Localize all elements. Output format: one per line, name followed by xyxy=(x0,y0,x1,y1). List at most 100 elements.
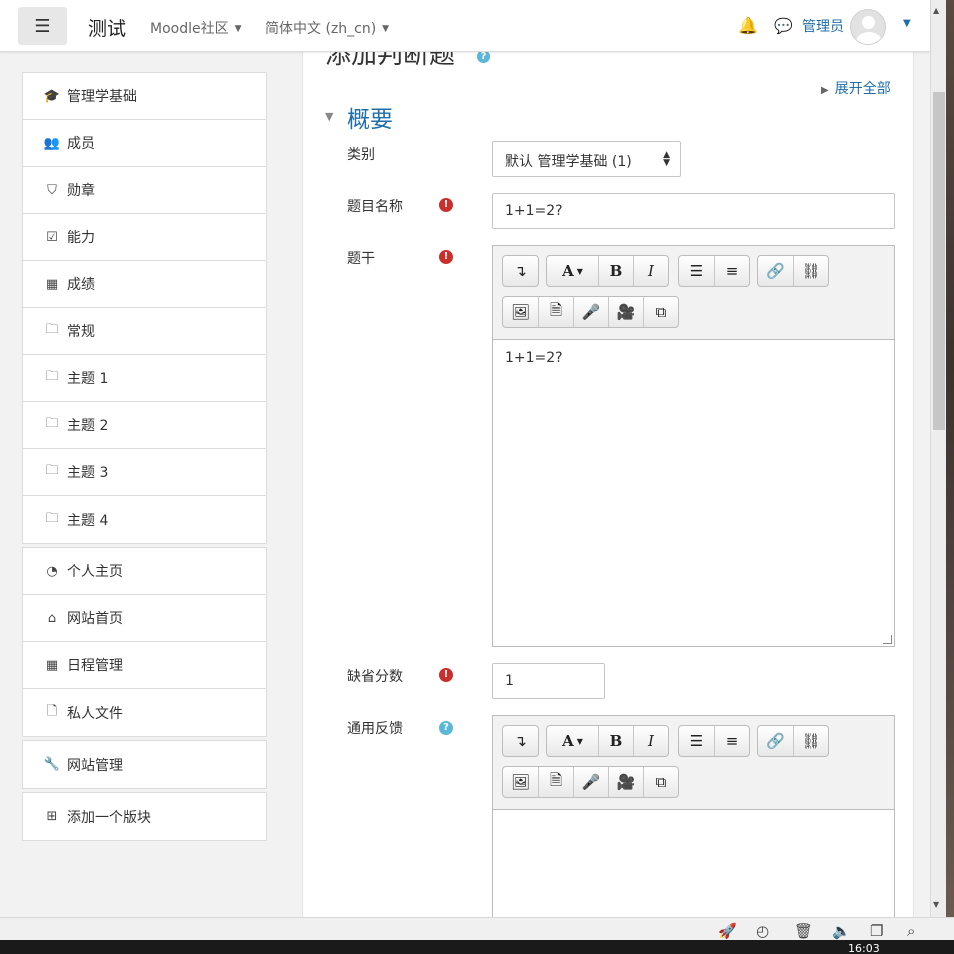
sidebar-item-site-admin[interactable]: 🔧 网站管理 xyxy=(23,741,266,788)
bell-icon[interactable]: 🔔 xyxy=(738,16,758,35)
default-mark-label: 缺省分数 xyxy=(347,669,403,685)
table-icon: ▦ xyxy=(45,276,59,292)
language-menu[interactable]: 简体中文 (zh_cn) ▼ xyxy=(265,18,389,38)
avatar[interactable] xyxy=(850,9,886,45)
question-text-editor: ↴ A ▼ B I ☰ ≡ 🔗 ⛓ 🖼 🗎 🎤 🎥 ⧉ 1+1=2? xyxy=(492,245,895,647)
general-feedback-area[interactable] xyxy=(493,809,894,917)
collapse-toolbar-icon[interactable]: ↴ xyxy=(503,726,538,756)
triangle-right-icon: ▶ xyxy=(821,85,829,96)
bold-icon[interactable]: B xyxy=(598,726,633,756)
general-feedback-editor: ↴ A ▼ B I ☰ ≡ 🔗 ⛓ 🖼 🗎 🎤 🎥 ⧉ xyxy=(492,715,895,917)
rocket-icon[interactable]: 🚀 xyxy=(718,922,737,940)
chat-icon[interactable]: 💬 xyxy=(774,17,793,35)
sidebar-item-topic-3[interactable]: 🗀 主题 3 xyxy=(23,449,266,496)
sidebar-item-topic-2[interactable]: 🗀 主题 2 xyxy=(23,402,266,449)
sidebar-item-private-files[interactable]: 🗋 私人文件 xyxy=(23,689,266,736)
home-icon: ⌂ xyxy=(47,610,57,626)
chevron-down-icon[interactable]: ▼ xyxy=(903,18,911,29)
collapse-triangle-icon[interactable]: ▼ xyxy=(325,110,333,123)
search-icon[interactable]: ⌕ xyxy=(907,922,915,940)
collapse-toolbar-icon[interactable]: ↴ xyxy=(503,256,538,286)
scroll-down-icon[interactable]: ▼ xyxy=(933,900,939,909)
expand-all-link[interactable]: ▶ 展开全部 xyxy=(821,78,891,98)
sidebar-item-topic-1[interactable]: 🗀 主题 1 xyxy=(23,355,266,402)
folder-icon: 🗀 xyxy=(45,416,59,431)
unordered-list-icon[interactable]: ☰ xyxy=(679,256,714,286)
font-style-icon[interactable]: A ▼ xyxy=(547,256,598,286)
editor-toolbar: ↴ A ▼ B I ☰ ≡ 🔗 ⛓ 🖼 🗎 🎤 🎥 ⧉ xyxy=(493,716,894,809)
required-icon: ! xyxy=(439,198,453,212)
manage-files-icon[interactable]: ⧉ xyxy=(643,767,678,797)
sidebar-item-badges[interactable]: ⛉ 勋章 xyxy=(23,167,266,214)
link-icon[interactable]: 🔗 xyxy=(758,256,793,286)
admin-nav-block: 🔧 网站管理 xyxy=(22,740,267,789)
resize-grip-icon[interactable] xyxy=(883,635,892,644)
top-navbar: ☰ 测试 Moodle社区 ▼ 简体中文 (zh_cn) ▼ 🔔 💬 管理员 ▼ xyxy=(0,0,930,52)
category-select[interactable]: 默认 管理学基础 (1) ▲ ▼ xyxy=(492,141,681,177)
trash-icon[interactable]: 🗑 xyxy=(794,922,813,940)
site-nav-block: ◔ 个人主页 ⌂ 网站首页 ▦ 日程管理 🗋 私人文件 xyxy=(22,547,267,737)
sidebar-item-competencies[interactable]: ☑ 能力 xyxy=(23,214,266,261)
gauge-icon[interactable]: ◴ xyxy=(756,922,769,940)
add-block-button[interactable]: ⊞ 添加一个版块 xyxy=(23,793,266,840)
font-style-icon[interactable]: A ▼ xyxy=(547,726,598,756)
main-content: 添加判断题 ? ▶ 展开全部 ▼ 概要 类别 默认 管理学基础 (1) ▲ ▼ 题目… xyxy=(302,52,914,917)
site-name[interactable]: 测试 xyxy=(88,14,126,41)
question-text-area[interactable]: 1+1=2? xyxy=(493,339,894,646)
help-icon[interactable]: ? xyxy=(477,52,490,63)
general-feedback-label: 通用反馈 xyxy=(347,721,403,737)
section-title[interactable]: 概要 xyxy=(347,100,393,134)
microphone-icon[interactable]: 🎤 xyxy=(573,767,608,797)
media-icon[interactable]: 🗎 xyxy=(538,767,573,797)
users-icon: 👥 xyxy=(43,135,61,151)
folder-icon: 🗀 xyxy=(45,322,59,337)
file-icon: 🗋 xyxy=(46,703,58,719)
graduation-cap-icon: 🎓 xyxy=(43,88,61,104)
video-icon[interactable]: 🎥 xyxy=(608,297,643,327)
ordered-list-icon[interactable]: ≡ xyxy=(714,256,749,286)
question-name-input[interactable]: 1+1=2? xyxy=(492,193,895,229)
hamburger-icon[interactable]: ☰ xyxy=(18,7,67,45)
window-icon[interactable]: ❐ xyxy=(870,922,883,940)
user-name[interactable]: 管理员 xyxy=(802,16,844,36)
sidebar-item-participants[interactable]: 👥 成员 xyxy=(23,120,266,167)
sidebar-item-general[interactable]: 🗀 常规 xyxy=(23,308,266,355)
image-icon[interactable]: 🖼 xyxy=(503,767,538,797)
sidebar-item-dashboard[interactable]: ◔ 个人主页 xyxy=(23,548,266,595)
unlink-icon[interactable]: ⛓ xyxy=(793,256,828,286)
unlink-icon[interactable]: ⛓ xyxy=(793,726,828,756)
media-icon[interactable]: 🗎 xyxy=(538,297,573,327)
checkbox-icon: ☑ xyxy=(46,229,58,245)
default-mark-input[interactable]: 1 xyxy=(492,663,605,699)
ordered-list-icon[interactable]: ≡ xyxy=(714,726,749,756)
course-nav-block: 🎓 管理学基础 👥 成员 ⛉ 勋章 ☑ 能力 ▦ 成绩 🗀 常规 🗀 主题 1 🗀 主题 2 🗀… xyxy=(22,72,267,544)
vertical-scrollbar[interactable]: ▲ ▼ xyxy=(930,0,946,917)
help-icon[interactable]: ? xyxy=(439,721,453,735)
sidebar-item-grades[interactable]: ▦ 成绩 xyxy=(23,261,266,308)
add-block-block: ⊞ 添加一个版块 xyxy=(22,792,267,841)
scroll-thumb[interactable] xyxy=(933,92,945,430)
category-label: 类别 xyxy=(347,147,375,163)
volume-icon[interactable]: 🔈 xyxy=(832,922,851,940)
microphone-icon[interactable]: 🎤 xyxy=(573,297,608,327)
sidebar-item-site-home[interactable]: ⌂ 网站首页 xyxy=(23,595,266,642)
editor-toolbar: ↴ A ▼ B I ☰ ≡ 🔗 ⛓ 🖼 🗎 🎤 🎥 ⧉ xyxy=(493,246,894,339)
scroll-up-icon[interactable]: ▲ xyxy=(933,6,939,15)
video-icon[interactable]: 🎥 xyxy=(608,767,643,797)
plus-square-icon: ⊞ xyxy=(46,809,58,824)
taskbar-strip xyxy=(0,940,954,954)
italic-icon[interactable]: I xyxy=(633,256,668,286)
shield-icon: ⛉ xyxy=(47,182,57,198)
image-icon[interactable]: 🖼 xyxy=(503,297,538,327)
manage-files-icon[interactable]: ⧉ xyxy=(643,297,678,327)
bold-icon[interactable]: B xyxy=(598,256,633,286)
calendar-icon: ▦ xyxy=(45,657,59,673)
sidebar-item-topic-4[interactable]: 🗀 主题 4 xyxy=(23,496,266,543)
sidebar-item-calendar[interactable]: ▦ 日程管理 xyxy=(23,642,266,689)
link-icon[interactable]: 🔗 xyxy=(758,726,793,756)
sidebar-item-course-home[interactable]: 🎓 管理学基础 xyxy=(23,73,266,120)
moodle-community-menu[interactable]: Moodle社区 ▼ xyxy=(150,18,242,38)
wrench-icon: 🔧 xyxy=(43,757,61,772)
unordered-list-icon[interactable]: ☰ xyxy=(679,726,714,756)
italic-icon[interactable]: I xyxy=(633,726,668,756)
